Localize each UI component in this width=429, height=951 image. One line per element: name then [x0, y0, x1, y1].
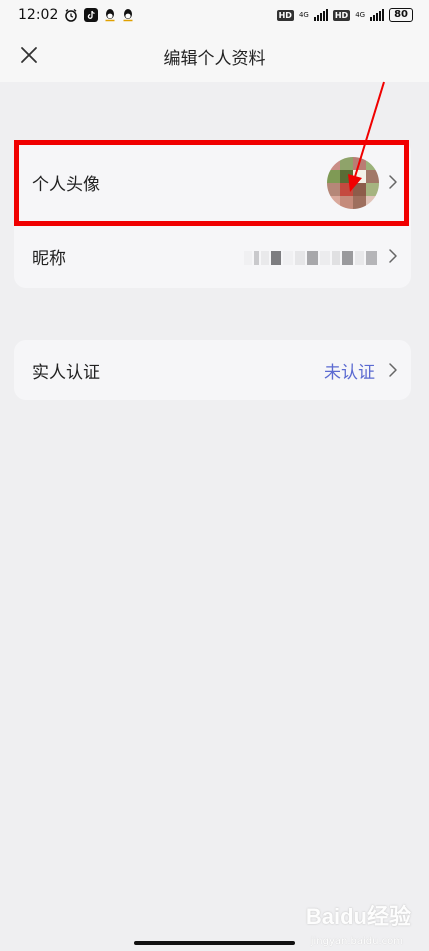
watermark-logo: Baidu经验	[305, 904, 411, 929]
chevron-right-icon	[387, 362, 399, 378]
verification-card: 实人认证 未认证	[14, 340, 411, 400]
page-header: 编辑个人资料	[0, 30, 429, 82]
network-type-1: 4G	[298, 10, 309, 19]
qq-icon	[104, 8, 116, 22]
tiktok-icon	[84, 8, 99, 22]
nickname-row[interactable]: 昵称	[14, 224, 411, 288]
hd-badge: HD	[276, 9, 294, 21]
signal-icon	[313, 9, 328, 21]
network-type-2: 4G	[355, 10, 366, 19]
verification-status: 未认证	[324, 362, 375, 383]
profile-card: 个人头像 昵称	[14, 140, 411, 288]
nickname-value-redacted	[244, 248, 377, 268]
status-left: 12:02	[18, 7, 134, 23]
status-time: 12:02	[18, 7, 59, 23]
avatar-label: 个人头像	[32, 174, 100, 195]
chevron-right-icon	[387, 248, 399, 264]
verification-row[interactable]: 实人认证 未认证	[14, 340, 411, 400]
battery-indicator: 80	[389, 8, 413, 22]
chevron-right-icon	[387, 174, 399, 190]
close-icon	[21, 47, 37, 63]
qq-icon	[122, 8, 134, 22]
hd-badge: HD	[332, 9, 351, 21]
signal-icon	[370, 9, 385, 21]
alarm-icon	[64, 8, 78, 22]
watermark-url: jingyan.baidu.com	[310, 936, 403, 947]
page-title: 编辑个人资料	[163, 48, 266, 69]
home-indicator[interactable]	[134, 941, 295, 945]
status-bar: 12:02 HD 4G HD 4G 80	[0, 0, 429, 30]
verification-label: 实人认证	[32, 362, 100, 383]
avatar[interactable]	[327, 157, 379, 209]
close-button[interactable]	[14, 40, 44, 70]
avatar-row[interactable]: 个人头像	[14, 140, 411, 224]
nickname-label: 昵称	[32, 248, 66, 269]
status-right: HD 4G HD 4G 80	[276, 8, 413, 22]
